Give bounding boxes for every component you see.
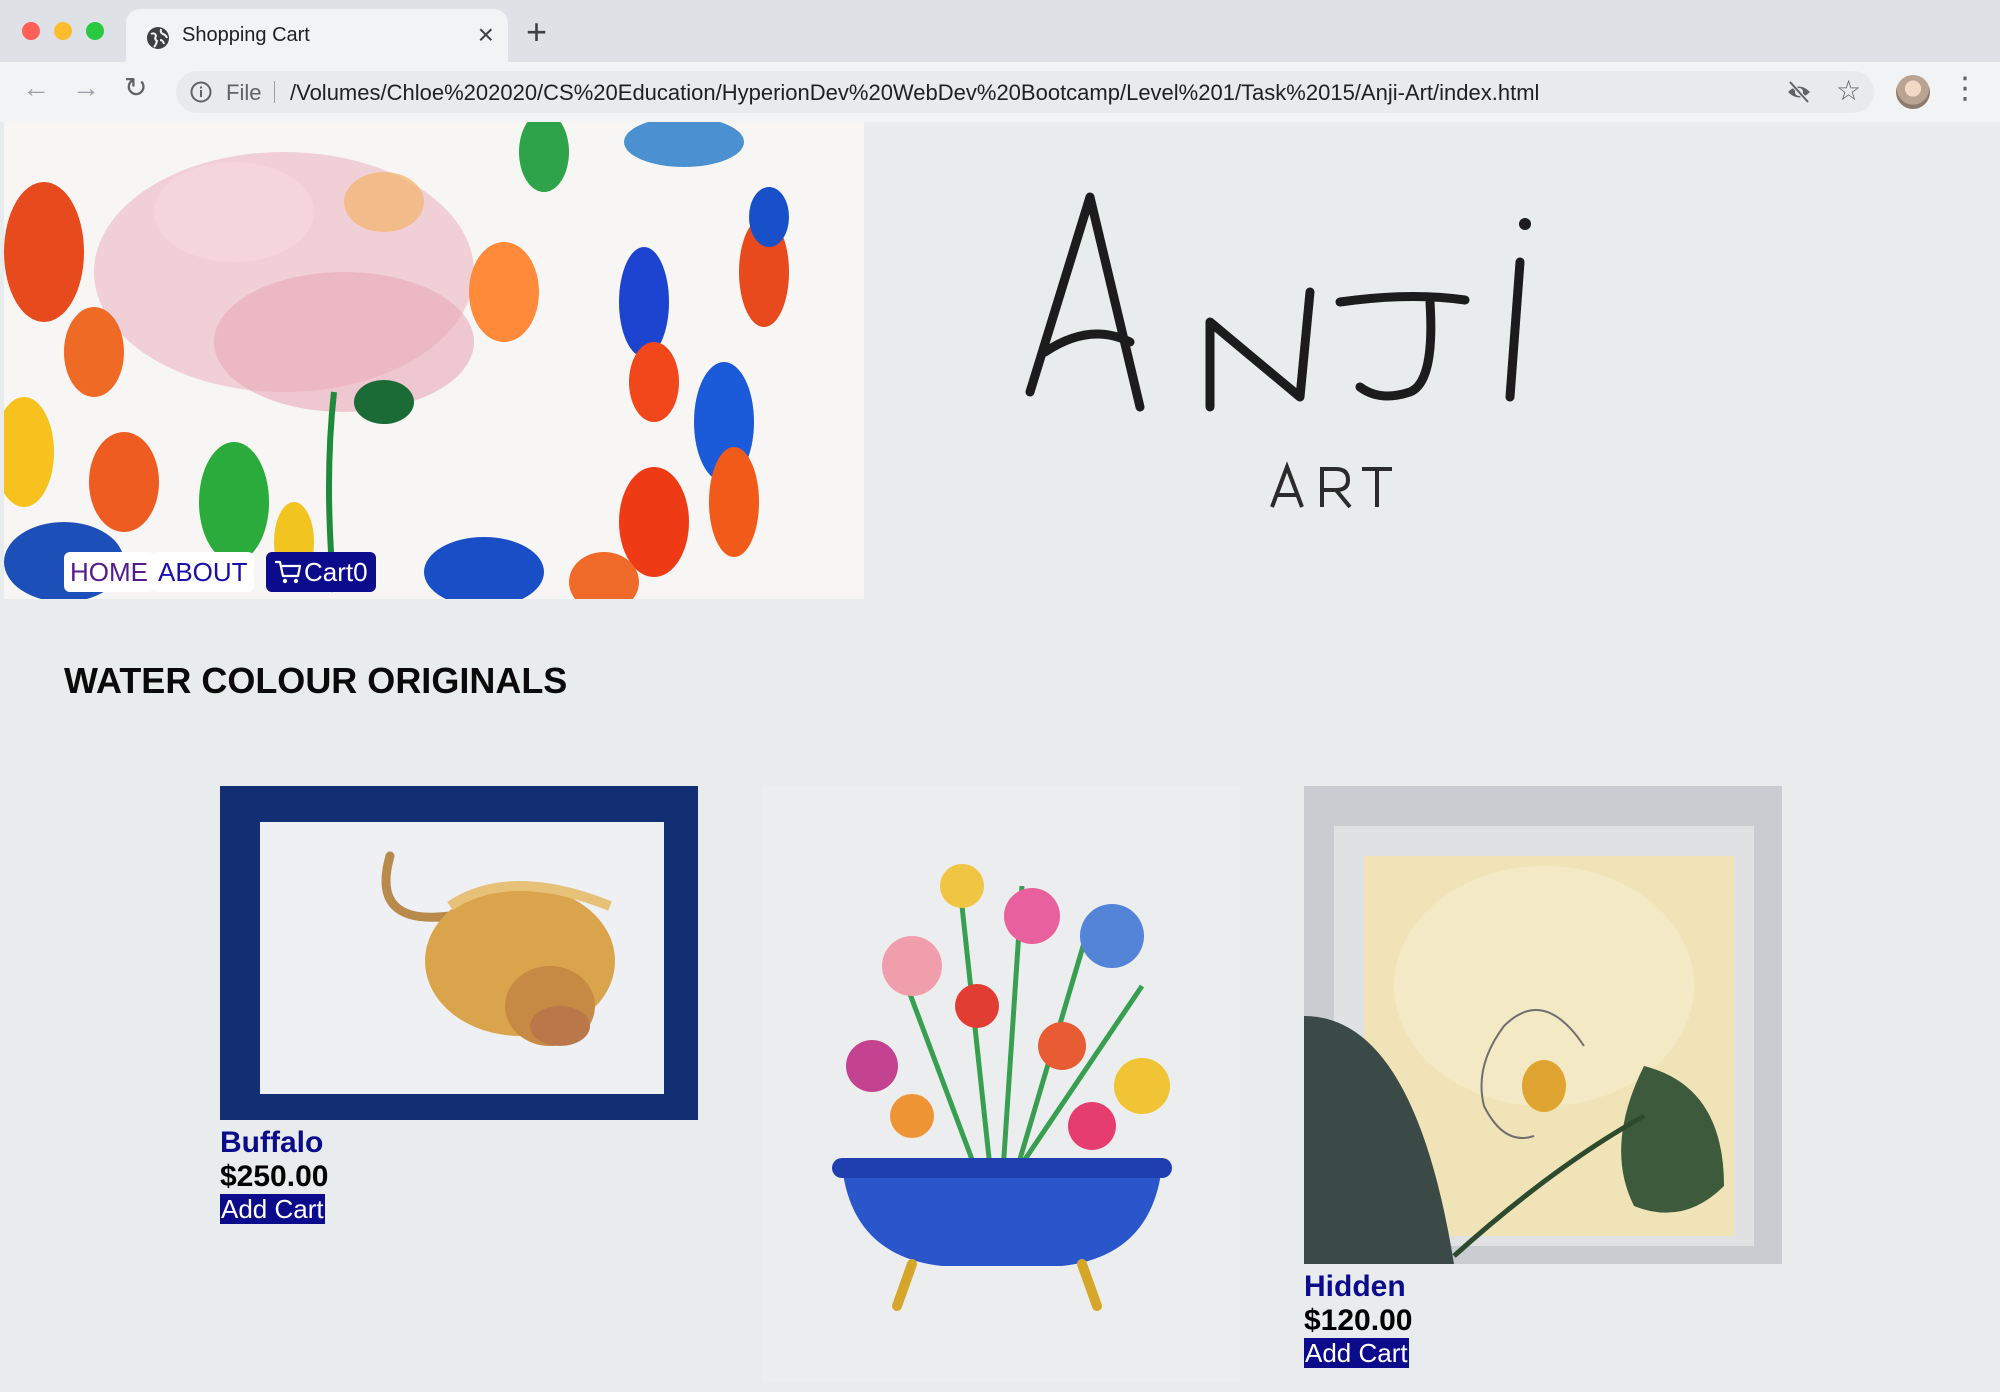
- close-window-button[interactable]: [22, 22, 40, 40]
- forward-arrow-icon[interactable]: →: [72, 74, 100, 102]
- url-text[interactable]: /Volumes/Chloe%202020/CS%20Education/Hyp…: [290, 80, 1539, 106]
- reload-icon[interactable]: ↻: [124, 74, 147, 102]
- section-title: WATER COLOUR ORIGINALS: [64, 660, 568, 701]
- eye-off-icon[interactable]: [1786, 80, 1812, 104]
- tab-title: Shopping Cart: [182, 24, 310, 46]
- browser-tab[interactable]: Shopping Cart ×: [126, 9, 508, 62]
- hero-watercolour-image: [4, 122, 864, 599]
- bookmark-star-icon[interactable]: ☆: [1836, 77, 1861, 105]
- product-card: Hidden $120.00 Add Cart: [1304, 786, 1782, 1368]
- file-label: File: [226, 80, 262, 105]
- nav-about-link[interactable]: ABOUT: [152, 552, 254, 592]
- maximize-window-button[interactable]: [86, 22, 104, 40]
- profile-avatar[interactable]: [1896, 75, 1930, 109]
- product-image-buffalo[interactable]: [220, 786, 698, 1120]
- product-name[interactable]: Buffalo: [220, 1126, 698, 1160]
- cart-label: Cart: [304, 557, 354, 587]
- anji-art-logo: [1025, 192, 1531, 509]
- new-tab-icon[interactable]: +: [526, 14, 547, 50]
- web-page: HOME ABOUT Cart0 WATER COLOUR ORIGINALS …: [0, 122, 2000, 1392]
- minimize-window-button[interactable]: [54, 22, 72, 40]
- product-image-flower-bath[interactable]: [762, 786, 1240, 1382]
- cart-count: 0: [353, 557, 368, 587]
- nav-home-link[interactable]: HOME: [64, 552, 154, 592]
- product-card: Buffalo $250.00 Add Cart: [220, 786, 698, 1224]
- add-cart-button[interactable]: Add Cart: [220, 1194, 325, 1224]
- product-name[interactable]: Hidden: [1304, 1270, 1782, 1304]
- address-bar[interactable]: File /Volumes/Chloe%202020/CS%20Educatio…: [176, 71, 1874, 113]
- product-price: $250.00: [220, 1160, 329, 1193]
- add-cart-button[interactable]: Add Cart: [1304, 1338, 1409, 1368]
- info-icon[interactable]: [190, 81, 212, 103]
- product-image-hidden[interactable]: [1304, 786, 1782, 1264]
- browser-tab-bar: Shopping Cart × +: [0, 0, 2000, 62]
- browser-toolbar: ← → ↻ File /Volumes/Chloe%202020/CS%20Ed…: [0, 62, 2000, 123]
- product-card: [762, 786, 1240, 1382]
- globe-icon: [147, 27, 169, 49]
- product-price: $120.00: [1304, 1304, 1413, 1337]
- shopping-cart-icon: [275, 560, 302, 584]
- more-menu-icon[interactable]: ⋮: [1950, 74, 1980, 104]
- close-tab-icon[interactable]: ×: [478, 21, 494, 49]
- omnibox-divider: [274, 81, 275, 103]
- back-arrow-icon[interactable]: ←: [22, 74, 50, 102]
- nav-cart-button[interactable]: Cart0: [266, 552, 376, 592]
